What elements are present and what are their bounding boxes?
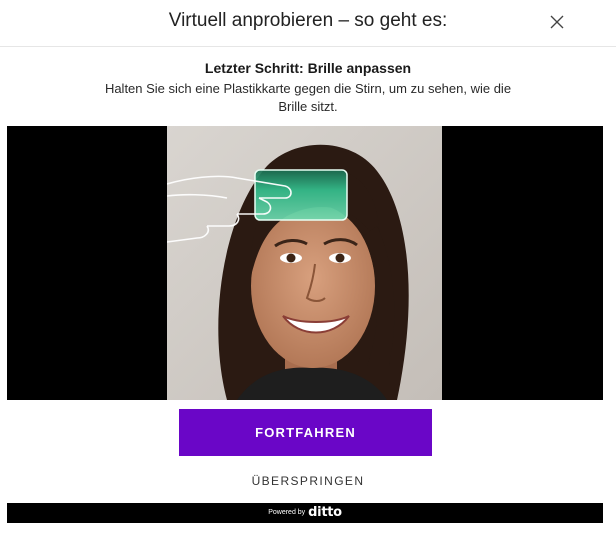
close-button[interactable] — [546, 11, 568, 33]
dialog-header: Virtuell anprobieren – so geht es: — [0, 0, 616, 47]
close-icon — [550, 15, 564, 29]
powered-by-footer: Powered by ditto — [7, 503, 603, 523]
continue-button[interactable]: FORTFAHREN — [179, 409, 432, 456]
portrait-photo — [167, 126, 442, 400]
step-description: Halten Sie sich eine Plastikkarte gegen … — [104, 81, 512, 114]
step-title: Letzter Schritt: Brille anpassen — [204, 60, 412, 76]
skip-link[interactable]: ÜBERSPRINGEN — [0, 474, 616, 488]
try-on-dialog: Virtuell anprobieren – so geht es: Letzt… — [0, 0, 616, 534]
ditto-logo: ditto — [308, 505, 342, 520]
woman-portrait-illustration — [167, 126, 442, 400]
dialog-title: Virtuell anprobieren – so geht es: — [168, 10, 448, 31]
powered-by-label: Powered by — [268, 509, 306, 516]
camera-preview — [7, 126, 603, 400]
